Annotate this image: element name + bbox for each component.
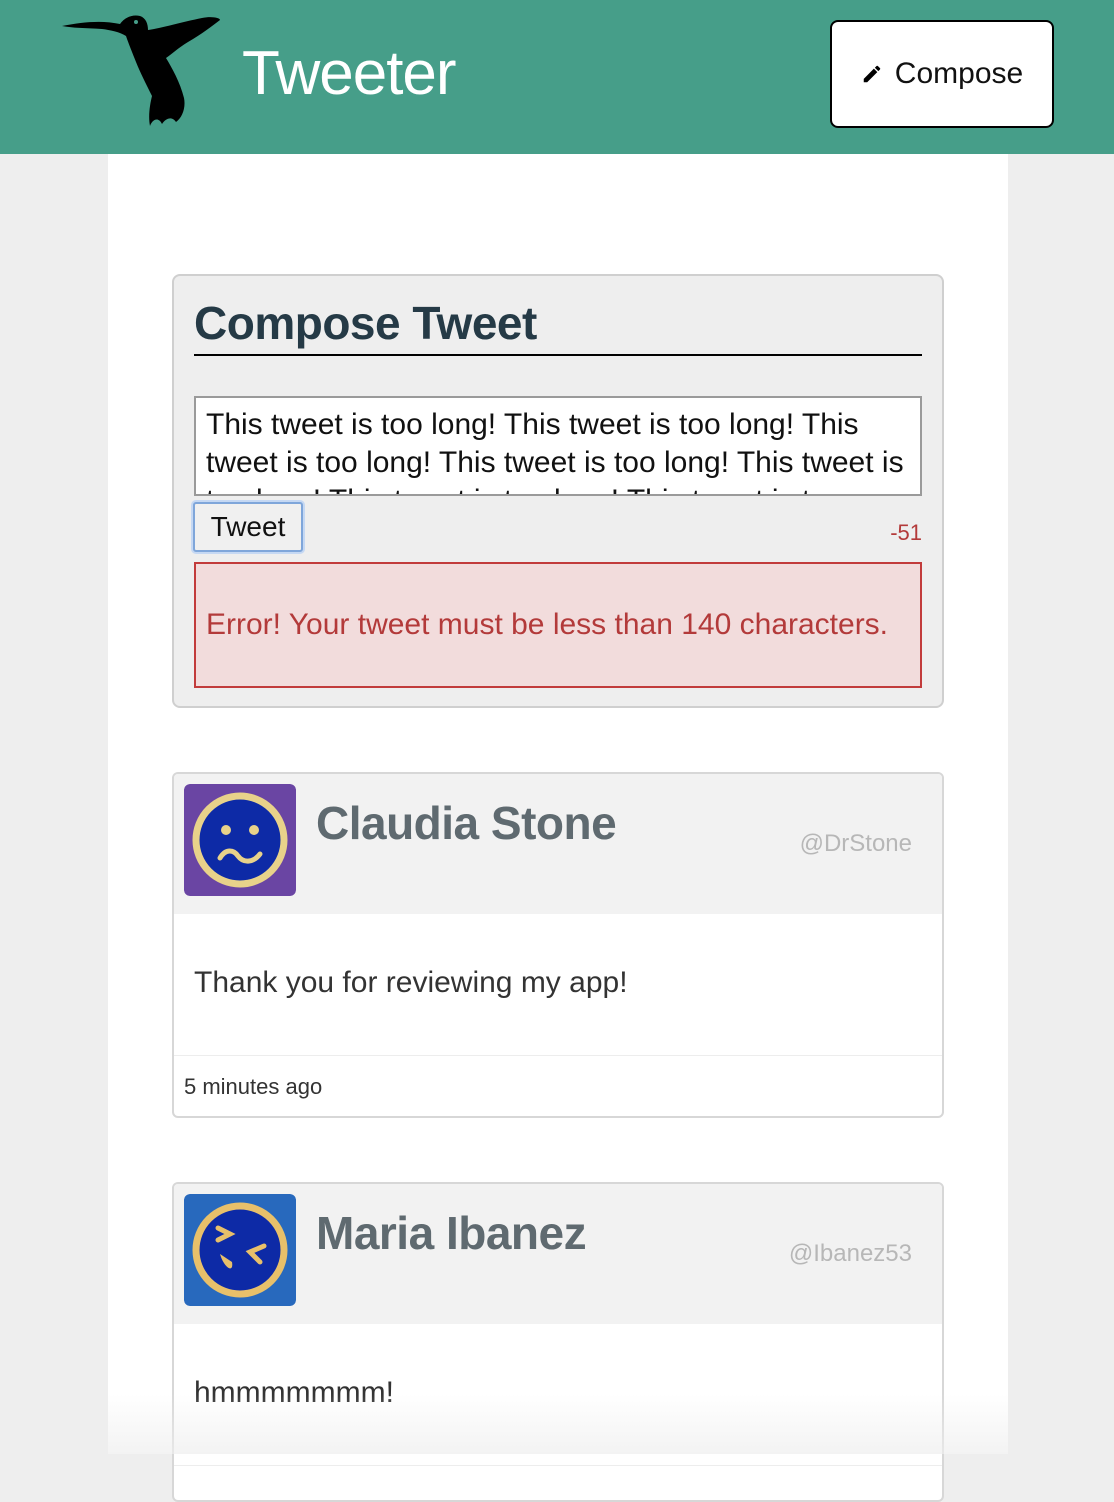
confused-face-avatar-icon: [184, 784, 296, 896]
tweet-author-name: Maria Ibanez: [316, 1206, 586, 1260]
main-content: Compose Tweet This tweet is too long! Th…: [108, 154, 1008, 1454]
error-text: Error! Your tweet must be less than 140 …: [206, 608, 888, 642]
tweet-text-input[interactable]: This tweet is too long! This tweet is to…: [194, 396, 922, 496]
tweet-card: Claudia Stone @DrStone Thank you for rev…: [172, 772, 944, 1118]
hummingbird-icon: [62, 12, 222, 128]
error-message: Error! Your tweet must be less than 140 …: [194, 562, 922, 688]
tweet-author-handle: @DrStone: [800, 830, 912, 858]
tweet-body: hmmmmmmm!: [174, 1324, 942, 1466]
compose-tweet-panel: Compose Tweet This tweet is too long! Th…: [172, 274, 944, 708]
character-counter: -51: [890, 520, 922, 546]
tweet-header: Claudia Stone @DrStone: [174, 774, 942, 914]
compose-button[interactable]: Compose: [830, 20, 1054, 128]
compose-title: Compose Tweet: [194, 296, 922, 356]
tweet-author-name: Claudia Stone: [316, 796, 616, 850]
tweet-submit-button[interactable]: Tweet: [193, 502, 303, 552]
tweet-card: Maria Ibanez @Ibanez53 hmmmmmmm!: [172, 1182, 944, 1502]
tweet-header: Maria Ibanez @Ibanez53: [174, 1184, 942, 1324]
tweet-timestamp: 5 minutes ago: [174, 1056, 942, 1114]
pencil-icon: [861, 63, 883, 85]
tweet-author-handle: @Ibanez53: [789, 1240, 912, 1268]
top-navbar: Tweeter Compose: [0, 0, 1114, 154]
compose-button-label: Compose: [895, 57, 1023, 91]
laughing-face-avatar-icon: [184, 1194, 296, 1306]
tweet-body: Thank you for reviewing my app!: [174, 914, 942, 1056]
brand-title[interactable]: Tweeter: [242, 38, 456, 109]
